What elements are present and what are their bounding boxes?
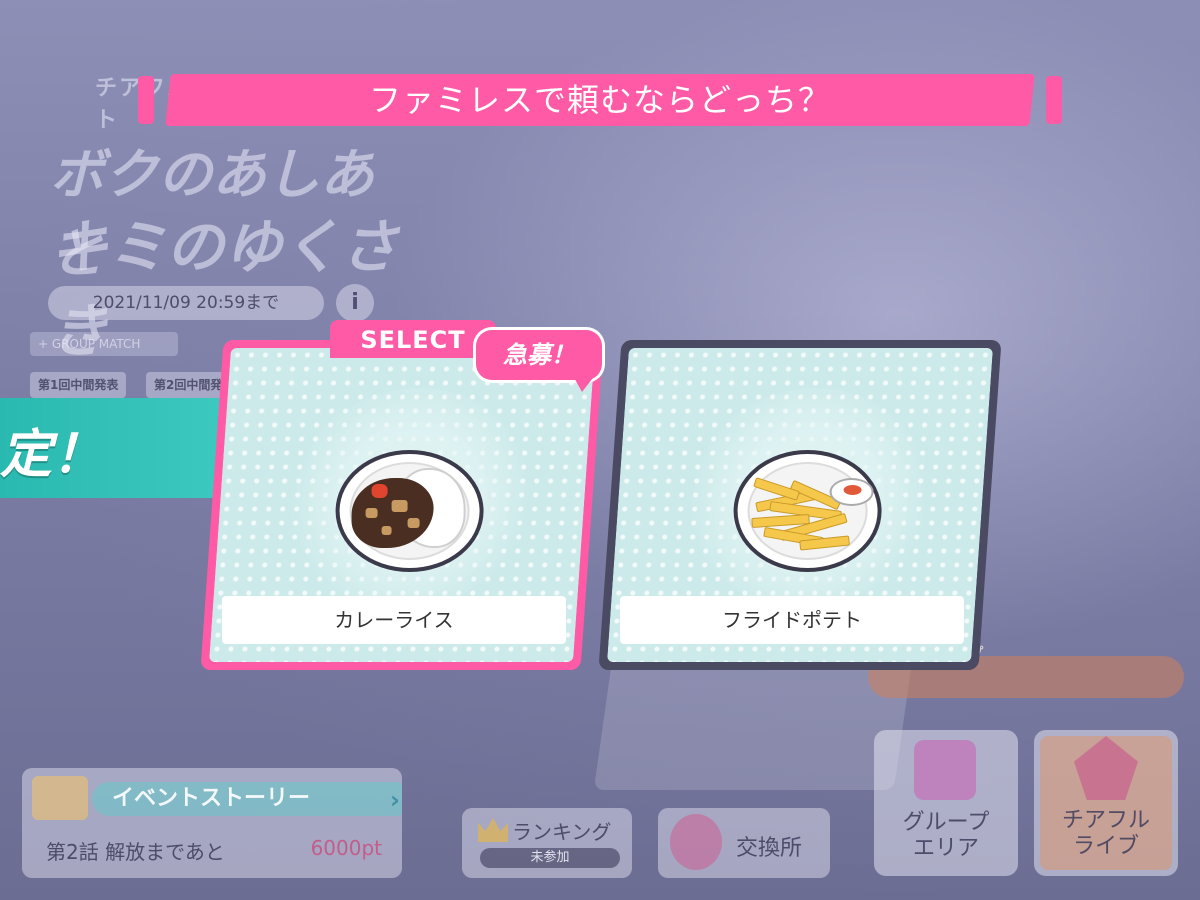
question-text: ファミレスで頼むならどっち？ (368, 81, 831, 119)
event-period: 2021/11/09 20:59まで (48, 286, 324, 320)
cheerful-live-button[interactable]: チアフル ライブ (1034, 730, 1178, 876)
banner-left-edge (138, 76, 154, 124)
french-fries-icon (733, 450, 882, 572)
option-label-fries: フライドポテト (619, 596, 964, 644)
event-story-title: イベントストーリー (92, 782, 402, 816)
tab-interim-1[interactable]: 第1回中間発表 (30, 372, 127, 398)
decided-text: 定！ (0, 425, 105, 485)
event-logo: チアフルカーニバルイベント ボクのあしあと キミのゆくさき (40, 20, 400, 365)
castle-icon (914, 740, 976, 800)
question-banner: ファミレスで頼むならどっち？ (138, 74, 1064, 126)
crown-icon (478, 818, 508, 842)
book-icon (32, 776, 88, 820)
banner-right-edge (1046, 76, 1062, 124)
select-tag: SELECT (330, 320, 496, 358)
group-area-button[interactable]: グループ エリア (874, 730, 1018, 876)
event-story-panel[interactable]: イベントストーリー › 第2話 解放まであと 6000pt (22, 768, 402, 878)
option-card-fries[interactable]: フライドポテト (598, 340, 1002, 670)
ranking-label: ランキング (512, 820, 612, 844)
exchange-button[interactable]: 交換所 (658, 808, 830, 878)
story-unlock-points: 6000pt (310, 836, 382, 860)
card-face: カレーライス (209, 348, 595, 662)
option-card-curry[interactable]: カレーライス (200, 340, 604, 670)
ranking-button[interactable]: ランキング 未参加 (462, 808, 632, 878)
cheerful-live-label: チアフル ライブ (1061, 808, 1150, 859)
exchange-label: 交換所 (736, 836, 803, 861)
exchange-coin-icon (670, 814, 722, 870)
curry-rice-icon (335, 450, 484, 572)
ranking-status: 未参加 (480, 848, 620, 868)
card-face: フライドポテト (607, 348, 993, 662)
chevron-right-icon: › (390, 786, 400, 814)
group-area-label: グループ エリア (902, 810, 990, 861)
group-match-label: + GROUP MATCH (30, 332, 178, 356)
info-icon[interactable]: i (336, 284, 374, 322)
story-unlock-label: 第2話 解放まであと (46, 840, 225, 864)
option-label-curry: カレーライス (221, 596, 566, 644)
tab-interim-2[interactable]: 第2回中間発 (146, 372, 231, 398)
urgent-badge: 急募！ (476, 330, 602, 392)
